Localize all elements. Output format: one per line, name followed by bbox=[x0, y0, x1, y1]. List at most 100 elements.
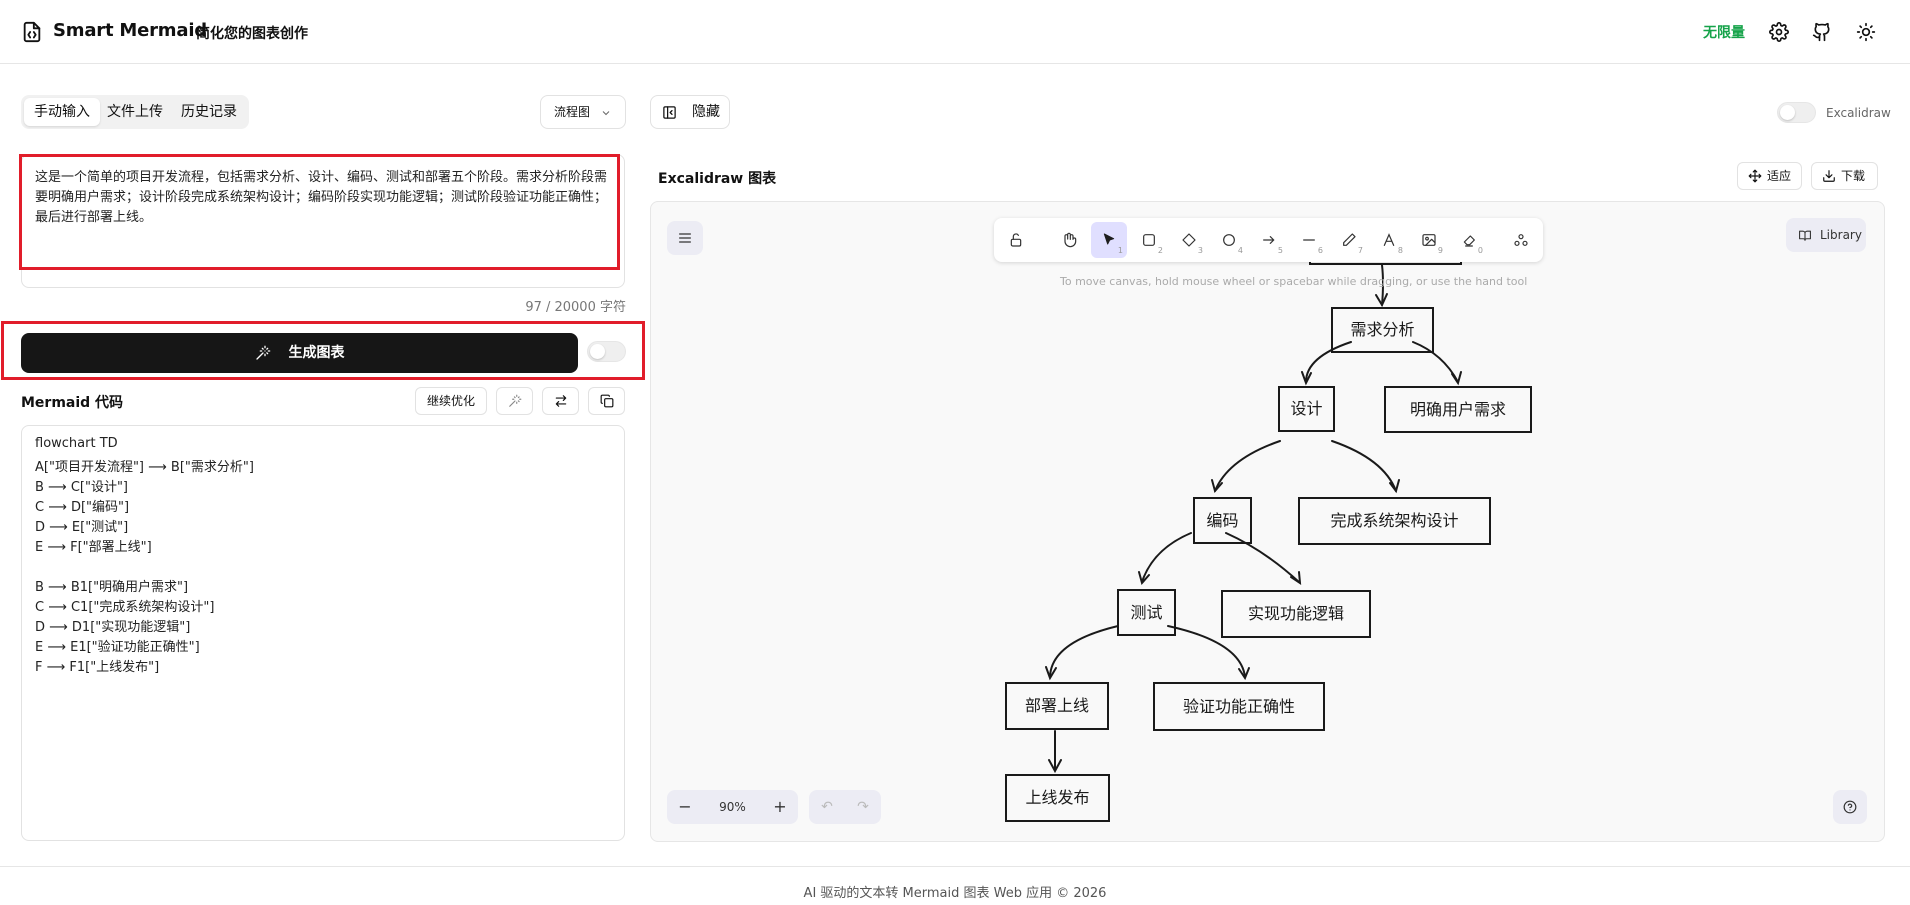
swap-arrows-icon bbox=[555, 395, 566, 407]
tool-hand[interactable] bbox=[1051, 222, 1087, 258]
diagram-type-select[interactable]: 流程图 bbox=[540, 95, 626, 129]
node-implement-logic[interactable]: 实现功能逻辑 bbox=[1221, 590, 1371, 638]
tool-text[interactable]: 8 bbox=[1371, 222, 1407, 258]
lock-open-icon bbox=[1010, 233, 1022, 247]
chevron-down-icon bbox=[602, 111, 610, 116]
code-line: F ⟶ F1["上线发布"] bbox=[35, 660, 160, 675]
tab-history[interactable]: 历史记录 bbox=[171, 98, 247, 126]
tool-image[interactable]: 9 bbox=[1411, 222, 1447, 258]
char-count: 97 / 20000 字符 bbox=[525, 300, 626, 315]
fit-label: 适应 bbox=[1767, 169, 1792, 183]
ai-fix-button[interactable] bbox=[496, 387, 533, 415]
excalidraw-canvas[interactable]: 需求分析 设计 明确用户需求 编码 完成系统架构设计 测试 实现功能逻辑 部署上… bbox=[650, 201, 1885, 842]
zoom-in-button[interactable]: + bbox=[762, 790, 798, 824]
tool-rectangle[interactable]: 2 bbox=[1131, 222, 1167, 258]
settings-icon[interactable] bbox=[1769, 22, 1789, 42]
code-line: B ⟶ B1["明确用户需求"] bbox=[35, 580, 189, 595]
tool-number: 2 bbox=[1157, 246, 1163, 255]
optimize-button[interactable]: 继续优化 bbox=[415, 387, 487, 415]
tool-line[interactable]: 6 bbox=[1291, 222, 1327, 258]
move-icon bbox=[1748, 169, 1762, 183]
zoom-controls: − 90% + bbox=[667, 790, 798, 824]
code-line: B ⟶ C["设计"] bbox=[35, 480, 128, 495]
node-release[interactable]: 上线发布 bbox=[1005, 774, 1110, 822]
generate-button[interactable]: 生成图表 bbox=[21, 333, 578, 373]
tool-number: 7 bbox=[1357, 246, 1363, 255]
text-icon bbox=[1383, 233, 1395, 246]
node-testing[interactable]: 测试 bbox=[1117, 589, 1176, 636]
hide-panel-button[interactable]: 隐藏 bbox=[650, 95, 730, 129]
node-deploy[interactable]: 部署上线 bbox=[1005, 682, 1109, 730]
highlight-box-prompt bbox=[19, 154, 620, 270]
node-design[interactable]: 设计 bbox=[1278, 386, 1335, 432]
fit-button[interactable]: 适应 bbox=[1737, 162, 1802, 190]
copy-icon bbox=[600, 394, 613, 408]
pencil-icon bbox=[1343, 233, 1356, 246]
generate-label: 生成图表 bbox=[288, 345, 345, 361]
tool-lock[interactable] bbox=[998, 222, 1034, 258]
magic-wand-icon bbox=[508, 394, 521, 407]
download-icon bbox=[1823, 170, 1835, 182]
app-subtitle: 简化您的图表创作 bbox=[196, 26, 308, 42]
tool-number: 9 bbox=[1437, 246, 1443, 255]
rectangle-icon bbox=[1143, 234, 1155, 246]
tool-ellipse[interactable]: 4 bbox=[1211, 222, 1247, 258]
panel-left-close-icon bbox=[663, 106, 676, 119]
input-tabs: 手动输入 文件上传 历史记录 bbox=[21, 95, 249, 129]
code-line: E ⟶ E1["验证功能正确性"] bbox=[35, 640, 200, 655]
hide-label: 隐藏 bbox=[692, 104, 720, 120]
arrow-right-icon bbox=[1263, 236, 1275, 244]
tool-arrow[interactable]: 5 bbox=[1251, 222, 1287, 258]
book-open-icon bbox=[1799, 230, 1811, 241]
canvas-menu-button[interactable] bbox=[667, 221, 703, 255]
zoom-out-button[interactable]: − bbox=[667, 790, 703, 824]
copy-button[interactable] bbox=[588, 387, 625, 415]
diamond-icon bbox=[1182, 233, 1196, 247]
tool-number: 4 bbox=[1237, 246, 1243, 255]
ellipse-icon bbox=[1223, 234, 1235, 246]
tab-file-upload[interactable]: 文件上传 bbox=[97, 98, 173, 126]
zoom-level[interactable]: 90% bbox=[703, 790, 762, 824]
app-title: Smart Mermaid bbox=[53, 20, 207, 41]
tool-diamond[interactable]: 3 bbox=[1171, 222, 1207, 258]
code-line: D ⟶ D1["实现功能逻辑"] bbox=[35, 620, 191, 635]
library-button[interactable]: Library bbox=[1786, 218, 1866, 252]
diagram-type-value: 流程图 bbox=[554, 105, 591, 119]
github-icon[interactable] bbox=[1812, 22, 1832, 42]
pointer-arrow-icon bbox=[1103, 233, 1115, 245]
shapes-icon bbox=[1514, 234, 1528, 246]
node-coding[interactable]: 编码 bbox=[1193, 497, 1252, 544]
app-header: Smart Mermaid 简化您的图表创作 无限量 bbox=[0, 0, 1910, 64]
tool-extra-shapes[interactable] bbox=[1503, 222, 1539, 258]
tool-number: 0 bbox=[1477, 246, 1483, 255]
node-clarify-requirements[interactable]: 明确用户需求 bbox=[1384, 386, 1532, 433]
swap-button[interactable] bbox=[542, 387, 579, 415]
excalidraw-toggle[interactable] bbox=[1777, 102, 1816, 123]
tool-draw[interactable]: 7 bbox=[1331, 222, 1367, 258]
tool-number: 1 bbox=[1117, 246, 1123, 255]
tool-eraser[interactable]: 0 bbox=[1451, 222, 1487, 258]
theme-sun-icon[interactable] bbox=[1856, 22, 1876, 42]
redo-icon[interactable]: ↷ bbox=[845, 790, 881, 824]
quota-badge[interactable]: 无限量 bbox=[1703, 22, 1745, 42]
node-verify-correctness[interactable]: 验证功能正确性 bbox=[1153, 682, 1325, 731]
tab-manual-input[interactable]: 手动输入 bbox=[24, 98, 100, 126]
tool-selection[interactable]: 1 bbox=[1091, 222, 1127, 258]
help-button[interactable] bbox=[1833, 790, 1867, 824]
node-requirements-analysis[interactable]: 需求分析 bbox=[1331, 307, 1434, 353]
eraser-icon bbox=[1463, 235, 1475, 247]
hamburger-menu-icon bbox=[679, 233, 691, 243]
code-line: D ⟶ E["测试"] bbox=[35, 520, 129, 535]
code-line: C ⟶ D["编码"] bbox=[35, 500, 130, 515]
hand-icon bbox=[1064, 232, 1077, 248]
excalidraw-toolbar: 1 2 3 4 5 6 7 8 9 0 bbox=[994, 218, 1543, 262]
code-line: flowchart TD bbox=[35, 436, 118, 451]
library-label: Library bbox=[1820, 228, 1862, 242]
excalidraw-toggle-label: Excalidraw bbox=[1826, 106, 1891, 120]
image-icon bbox=[1422, 234, 1436, 246]
generate-toggle[interactable] bbox=[587, 341, 626, 362]
download-button[interactable]: 下载 bbox=[1811, 162, 1878, 190]
undo-redo-controls: ↶ ↷ bbox=[809, 790, 881, 824]
node-system-architecture[interactable]: 完成系统架构设计 bbox=[1298, 497, 1491, 545]
undo-icon[interactable]: ↶ bbox=[809, 790, 845, 824]
